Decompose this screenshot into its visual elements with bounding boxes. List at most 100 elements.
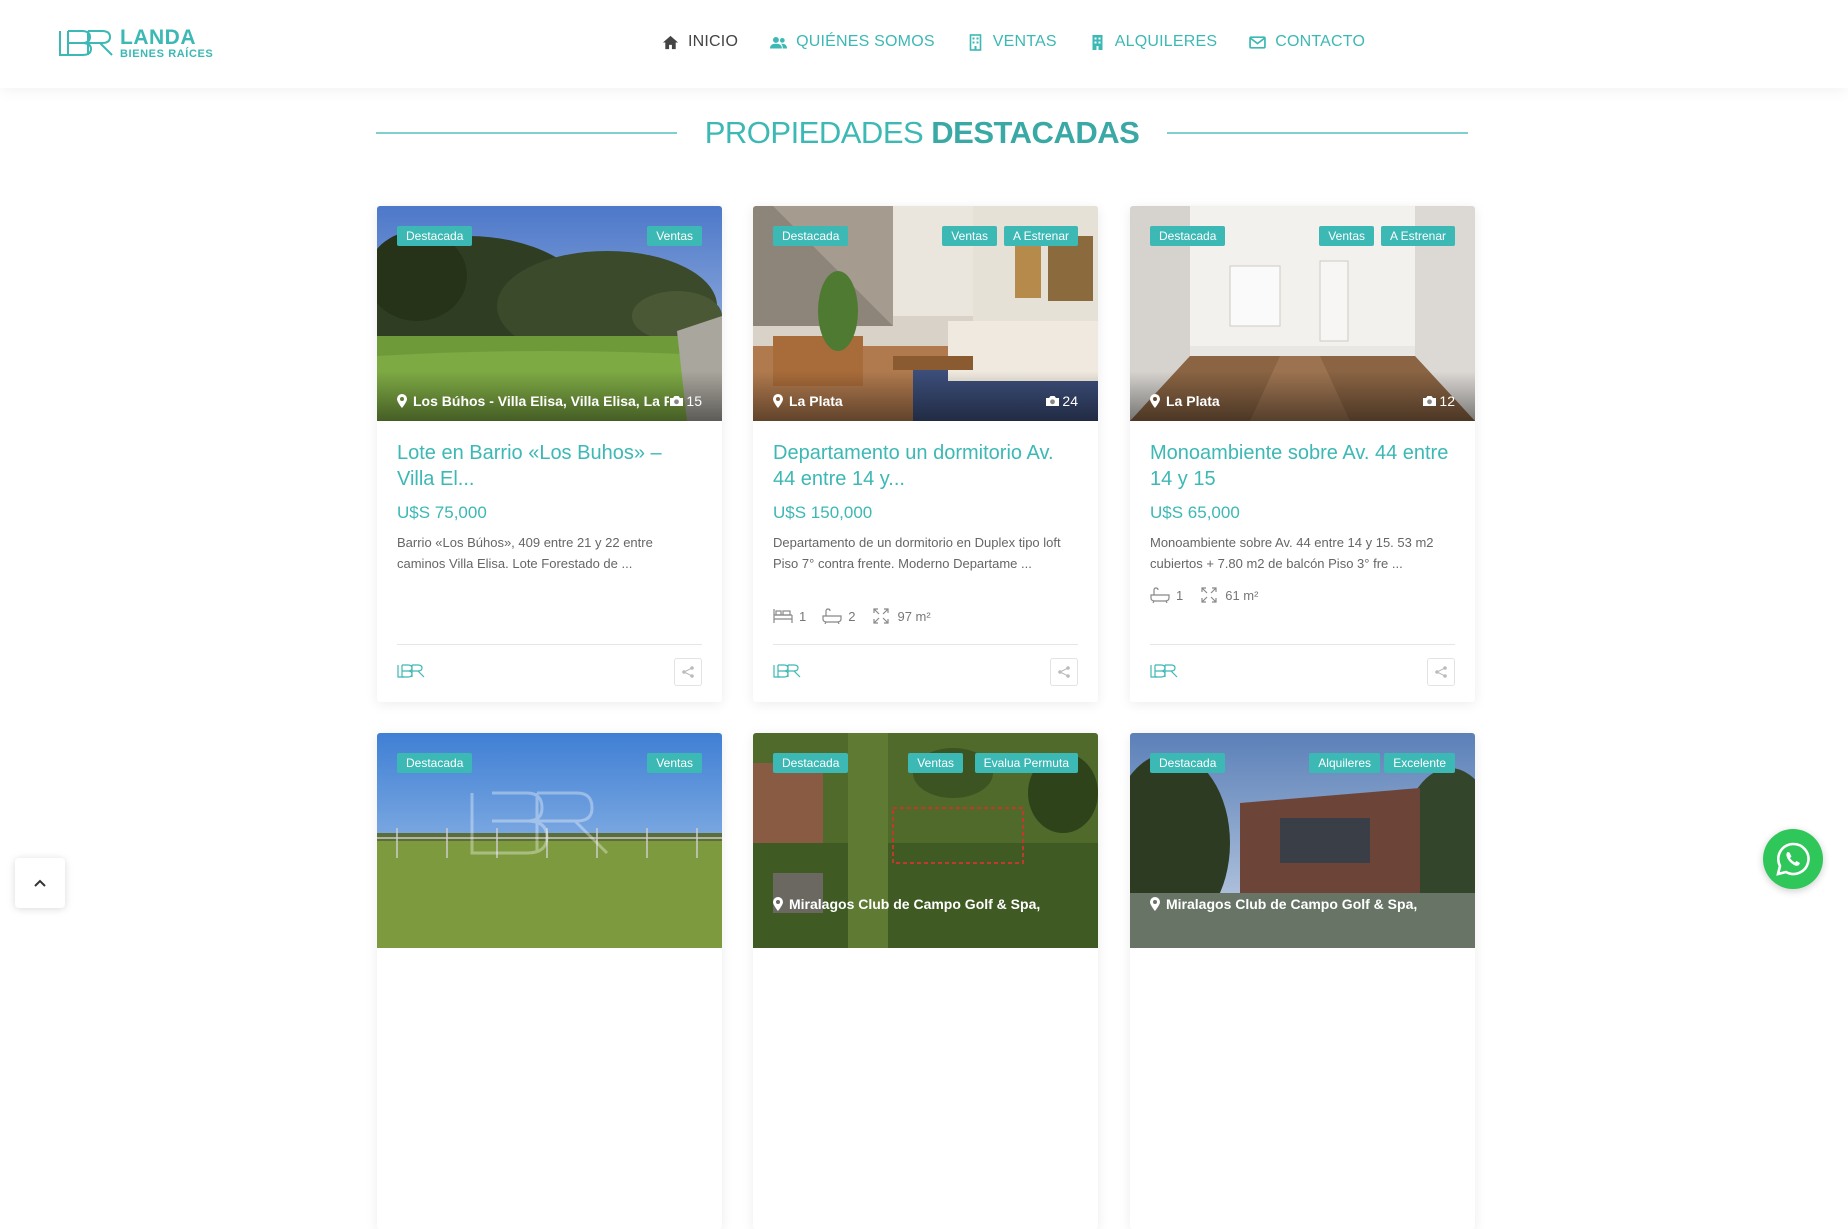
location-text: La Plata [789, 393, 843, 409]
feature-bathrooms: 1 [1150, 587, 1183, 603]
share-button[interactable] [1050, 658, 1078, 686]
feature-bedrooms: 1 [773, 608, 806, 624]
camera-icon [670, 396, 684, 406]
map-pin-icon [1150, 897, 1160, 911]
title-divider-right [1167, 132, 1469, 134]
nav-quienes-somos-label: QUIÉNES SOMOS [796, 33, 935, 50]
brand-logo[interactable]: LANDA BIENES RAÍCES [58, 26, 213, 60]
property-location: Los Búhos - Villa Elisa, Villa Elisa, La… [397, 393, 669, 409]
property-card[interactable]: Destacada Ventas Los Búhos - Villa Elisa… [377, 206, 722, 702]
share-icon [682, 666, 694, 678]
nav-contacto-label: CONTACTO [1275, 33, 1366, 50]
nav-ventas-label: VENTAS [992, 33, 1057, 50]
share-button[interactable] [674, 658, 702, 686]
badge-destacada: Destacada [397, 226, 473, 246]
badge-evalua-permuta: Evalua Permuta [974, 753, 1078, 773]
badge-destacada: Destacada [773, 753, 849, 773]
property-title[interactable]: Monoambiente sobre Av. 44 entre 14 y 15 [1150, 440, 1455, 492]
map-pin-icon [773, 394, 783, 408]
property-card[interactable]: Destacada Ventas Evalua Permuta Miralago… [753, 733, 1098, 1229]
property-location: Miralagos Club de Campo Golf & Spa, La [1150, 896, 1422, 912]
camera-icon [1046, 396, 1060, 406]
area-icon [873, 608, 890, 624]
main-nav: INICIO QUIÉNES SOMOS VENTAS ALQUILERES C… [662, 30, 1365, 54]
feature-area-value: 97 m² [897, 608, 931, 624]
nav-inicio[interactable]: INICIO [662, 33, 738, 51]
property-description: Monoambiente sobre Av. 44 entre 14 y 15.… [1150, 535, 1434, 571]
property-card[interactable]: Destacada Ventas [377, 733, 722, 1229]
section-heading-bold: DESTACADAS [931, 115, 1140, 150]
nav-alquileres-label: ALQUILERES [1114, 33, 1218, 50]
property-photo[interactable]: Destacada Ventas Evalua Permuta Miralago… [753, 733, 1098, 948]
card-divider [773, 644, 1078, 645]
property-description: Barrio «Los Búhos», 409 entre 21 y 22 en… [397, 535, 653, 571]
whatsapp-icon [1776, 842, 1810, 876]
building-icon [969, 33, 982, 51]
section-heading-light: PROPIEDADES [704, 115, 924, 150]
badge-destacada: Destacada [1150, 226, 1226, 246]
badge-ventas: Ventas [942, 226, 997, 246]
property-photo[interactable]: Destacada Ventas Los Búhos - Villa Elisa… [377, 206, 722, 421]
brand-name: LANDA [120, 25, 196, 49]
share-button[interactable] [1427, 658, 1455, 686]
map-pin-icon [773, 897, 783, 911]
badge-alquileres: Alquileres [1309, 753, 1380, 773]
badge-ventas: Ventas [647, 226, 702, 246]
badge-destacada: Destacada [397, 753, 473, 773]
whatsapp-button[interactable] [1763, 829, 1823, 889]
title-divider-left [376, 132, 677, 134]
photo-count: 12 [1422, 393, 1455, 409]
feature-bathrooms: 2 [822, 608, 855, 624]
bath-icon [822, 608, 842, 624]
property-features: 1 61 m² [1150, 587, 1274, 603]
nav-contacto[interactable]: CONTACTO [1249, 33, 1365, 51]
nav-quienes-somos[interactable]: QUIÉNES SOMOS [770, 33, 935, 51]
envelope-icon [1249, 35, 1267, 49]
bed-icon [773, 609, 793, 623]
property-location: Miralagos Club de Campo Golf & Spa, La [773, 896, 1045, 912]
scroll-to-top-button[interactable] [15, 858, 65, 908]
property-features: 1 2 97 m² [773, 608, 947, 624]
card-divider [397, 644, 702, 645]
card-divider [1150, 644, 1455, 645]
property-photo[interactable]: Destacada Ventas A Estrenar La Plata 24 [753, 206, 1098, 421]
map-pin-icon [1150, 394, 1160, 408]
badge-a-estrenar: A Estrenar [1380, 226, 1455, 246]
badge-ventas: Ventas [1319, 226, 1374, 246]
badge-a-estrenar: A Estrenar [1003, 226, 1078, 246]
property-photo[interactable]: Destacada Ventas A Estrenar La Plata 12 [1130, 206, 1475, 421]
location-text: Miralagos Club de Campo Golf & Spa, La [1166, 896, 1422, 912]
feature-area-value: 61 m² [1225, 587, 1259, 603]
property-title[interactable]: Lote en Barrio «Los Buhos» – Villa El... [397, 440, 702, 492]
chevron-up-icon [34, 879, 46, 887]
property-card[interactable]: Destacada Ventas A Estrenar La Plata 12 … [1130, 206, 1475, 702]
property-title[interactable]: Departamento un dormitorio Av. 44 entre … [773, 440, 1078, 492]
property-card[interactable]: Destacada Ventas A Estrenar La Plata 24 … [753, 206, 1098, 702]
photo-count: 24 [1045, 393, 1078, 409]
location-text: Los Búhos - Villa Elisa, Villa Elisa, La… [413, 393, 669, 409]
brand-subtitle: BIENES RAÍCES [120, 47, 214, 60]
feature-bathrooms-value: 1 [1176, 587, 1184, 603]
home-icon [662, 35, 679, 49]
users-icon [770, 36, 788, 48]
nav-ventas[interactable]: VENTAS [967, 33, 1057, 51]
badge-destacada: Destacada [773, 226, 849, 246]
location-text: La Plata [1166, 393, 1220, 409]
feature-area: 97 m² [871, 608, 931, 624]
nav-alquileres[interactable]: ALQUILERES [1089, 33, 1217, 51]
property-price: U$S 75,000 [397, 503, 487, 522]
property-location: La Plata [1150, 393, 1220, 409]
agency-logo-icon [397, 664, 425, 678]
camera-icon [1423, 396, 1437, 406]
badge-ventas: Ventas [908, 753, 963, 773]
area-icon [1201, 587, 1217, 603]
property-photo[interactable]: Destacada Ventas [377, 733, 722, 948]
property-card[interactable]: Destacada Alquileres Excelente Miralagos… [1130, 733, 1475, 1229]
share-icon [1058, 666, 1070, 678]
property-price: U$S 65,000 [1150, 503, 1240, 522]
agency-logo-icon [773, 664, 801, 678]
map-pin-icon [397, 394, 407, 408]
section-title: PROPIEDADES DESTACADAS [376, 110, 1469, 156]
property-photo[interactable]: Destacada Alquileres Excelente Miralagos… [1130, 733, 1475, 948]
building-icon [1092, 34, 1103, 50]
